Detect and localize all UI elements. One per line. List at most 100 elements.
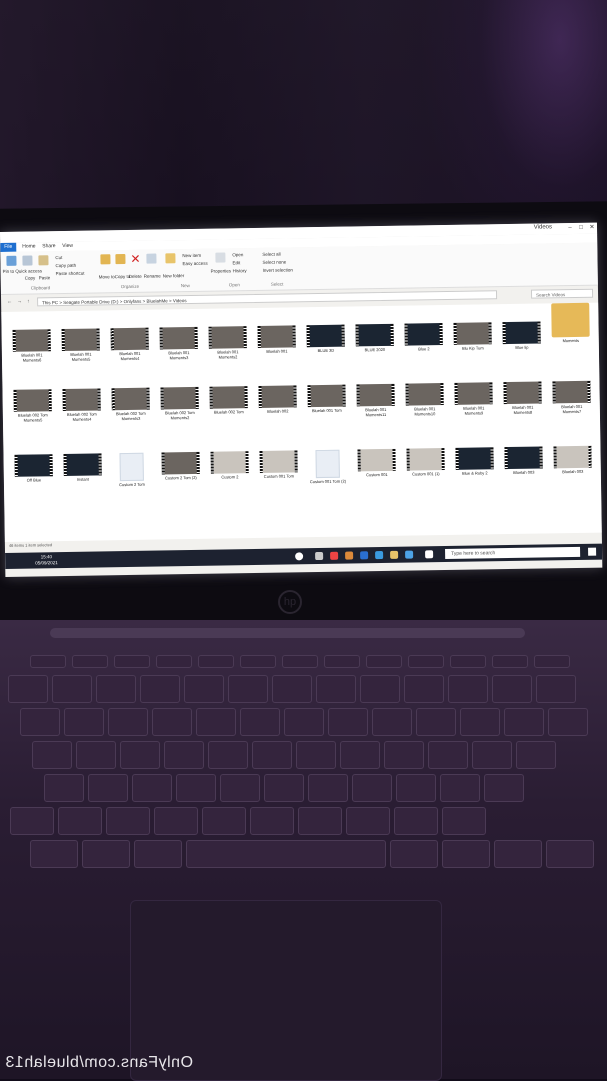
file-tile[interactable]: Custom 001 [357,448,396,478]
file-tile[interactable]: Bluelah 001 [257,325,296,354]
file-tile[interactable]: Bluelah 002 Tom Moments3 [111,387,150,422]
copy-to-icon[interactable] [115,254,126,265]
select-all-button[interactable]: Select all [262,252,280,257]
chrome-icon[interactable] [330,551,339,560]
file-tile[interactable]: Bluelah 001 Moments11 [356,383,395,418]
paste-button[interactable]: Paste [39,275,51,280]
file-tile[interactable]: Bluelah 002 Tom Moments4 [62,388,101,422]
search-input[interactable]: Search Videos [530,288,594,299]
file-tile[interactable]: Bluelah 002 Tom [209,386,248,415]
file-tile[interactable]: Bluelah 001 Moments9 [454,382,493,416]
delete-button[interactable]: Delete [129,274,142,279]
tab-view[interactable]: View [62,243,73,249]
file-tile[interactable]: Custom 001 Tom (2) [308,449,347,485]
film-strip [195,386,199,409]
file-tile[interactable]: Blue lip [502,321,541,351]
file-tile[interactable]: Bluelah 001 Tom [307,384,346,414]
film-strip [161,452,165,475]
file-tile[interactable]: Blue 2 [404,323,443,352]
copy-button[interactable]: Copy [25,275,36,280]
cortana-icon[interactable] [295,552,304,561]
easy-access-button[interactable]: Easy access [182,261,207,266]
file-tile[interactable]: Custom 2 Tom (2) [161,451,200,481]
file-tile[interactable]: Off Blue [14,454,53,483]
new-folder-button[interactable]: New folder [163,273,185,278]
properties-button[interactable]: Properties [211,268,232,273]
select-none-button[interactable]: Select none [262,260,286,265]
file-tile[interactable]: Custom 001 Tom [259,450,298,479]
file-tile[interactable]: Blue & Ruby 2 [455,447,494,476]
file-tile[interactable]: Bluelah 002 Tom Moments5 [13,389,52,423]
new-folder-icon[interactable] [165,253,176,264]
file-tile[interactable]: BLUE 2020 [355,323,394,353]
video-thumbnail [552,380,591,404]
file-tile[interactable]: Bluelah 001 Moments8 [503,381,542,416]
file-tile[interactable]: Custom 2 [210,451,249,480]
keyboard-key [548,708,588,736]
file-tile[interactable]: Instant [63,453,102,482]
file-tile[interactable]: Bluelah 001 Moments4 [110,327,150,362]
file-tile[interactable]: Bluelah 003 [553,445,592,475]
move-to-icon[interactable] [100,254,111,265]
move-to-button[interactable]: Move to [99,274,115,279]
store-icon[interactable] [375,551,384,560]
file-tile[interactable]: Bluelah 001 Moments2 [208,326,248,360]
delete-icon[interactable]: ✕ [130,252,140,266]
paste-shortcut-button[interactable]: Paste shortcut [56,271,85,276]
mail-icon[interactable] [360,551,369,560]
keyboard-key [132,774,172,802]
edge-icon[interactable] [405,550,414,559]
keyboard-key [134,840,182,868]
file-tile[interactable]: Moments [551,302,590,344]
file-tile[interactable]: Bluelah 001 Moments10 [405,383,444,417]
film-strip [292,325,296,348]
film-strip [210,451,214,474]
file-tile[interactable]: Custom 2 Tom [112,452,151,488]
history-button[interactable]: History [233,268,247,273]
film-strip [404,323,408,346]
tab-home[interactable]: Home [22,243,35,249]
file-tile[interactable]: Bluelah 001 Moments5 [61,328,101,362]
file-tile[interactable]: Blu Kip Tum [453,322,492,351]
app2-icon[interactable] [315,551,324,561]
open-button[interactable]: Open [232,252,243,257]
file-tile[interactable]: Bluelah 003 [504,446,543,476]
invert-selection-button[interactable]: Invert selection [263,267,293,272]
app-icon[interactable] [345,551,354,560]
taskbar-search-input[interactable]: Type here to search [445,546,581,560]
window-title: Videos [533,224,553,231]
file-tile[interactable]: Bluelah 001 Moments7 [552,380,591,415]
file-tile[interactable]: Bluelah 001 Moments6 [12,329,52,363]
file-tile[interactable]: Bluelah 002 Tom Moments2 [160,386,199,421]
task-view-icon[interactable] [425,550,434,559]
file-tile[interactable]: Bluelah 001 Moments3 [159,326,199,361]
explorer-icon[interactable] [390,550,399,559]
paste-icon[interactable] [38,255,49,266]
file-tile[interactable]: Bluelah 002 [258,385,297,414]
forward-icon[interactable]: → [17,299,22,305]
pin-button[interactable]: Pin to Quick access [3,268,43,274]
back-icon[interactable]: ← [7,299,12,305]
film-strip [539,446,543,469]
pin-icon[interactable] [6,255,17,266]
edit-button[interactable]: Edit [232,260,240,265]
new-item-button[interactable]: New item [182,253,201,258]
start-icon[interactable] [588,547,597,556]
file-tile[interactable]: BLUE 3D [306,324,345,354]
copy-icon[interactable] [22,255,33,266]
properties-icon[interactable] [215,252,226,263]
minimize-icon[interactable]: – [565,223,575,233]
file-name: Custom 001 Tom [263,473,294,479]
cut-button[interactable]: Cut [55,255,62,260]
rename-icon[interactable] [146,253,157,264]
copy-path-button[interactable]: Copy path [55,263,76,268]
film-strip [392,448,396,471]
maximize-icon[interactable]: □ [576,223,586,233]
tab-file[interactable]: File [0,242,17,252]
rename-button[interactable]: Rename [144,273,161,278]
tab-share[interactable]: Share [42,243,55,249]
new-group-label: New [180,283,190,289]
file-tile[interactable]: Custom 001 (1) [406,448,445,477]
up-icon[interactable]: ↑ [27,299,30,305]
close-icon[interactable]: ✕ [587,223,597,233]
